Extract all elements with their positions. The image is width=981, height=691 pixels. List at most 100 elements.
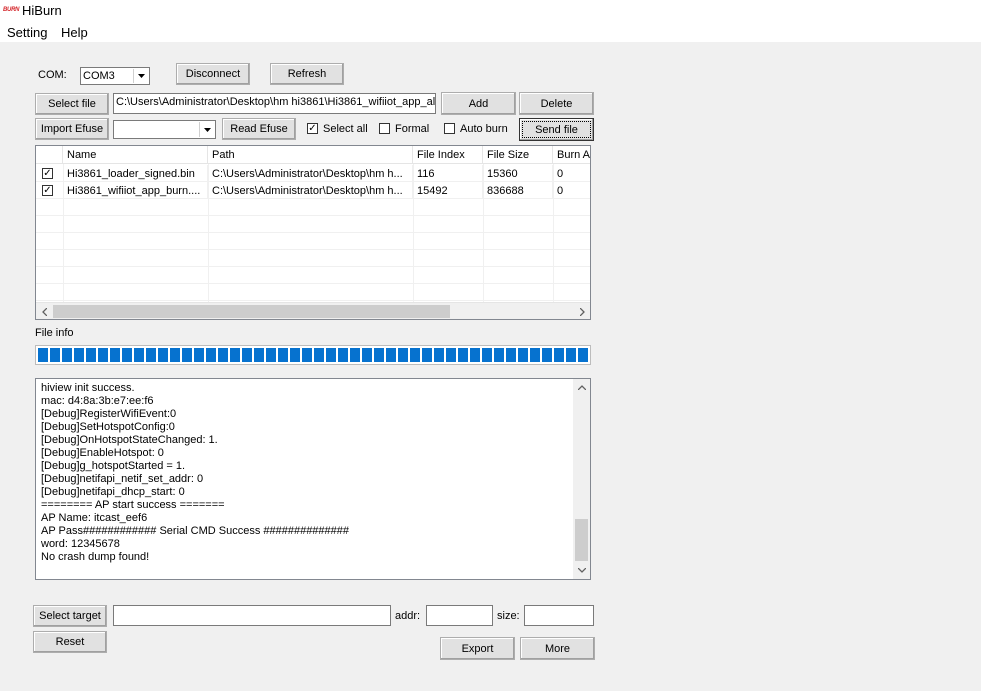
progress-segment — [194, 348, 204, 362]
target-input[interactable] — [113, 605, 391, 626]
progress-segment — [314, 348, 324, 362]
row-checkbox[interactable]: ✓ — [42, 185, 53, 196]
progress-segment — [362, 348, 372, 362]
log-line: [Debug]OnHotspotStateChanged: 1. — [41, 434, 218, 446]
log-text: hiview init success. mac: d4:8a:3b:e7:ee:… — [41, 382, 349, 564]
progress-segment — [242, 348, 252, 362]
select-all-checkbox[interactable]: ✓ — [307, 123, 318, 134]
scroll-left-icon[interactable] — [36, 304, 52, 319]
log-line: mac: d4:8a:3b:e7:ee:f6 — [41, 395, 154, 407]
progress-segment — [122, 348, 132, 362]
header-file-size[interactable]: File Size — [483, 146, 553, 164]
table-horizontal-scrollbar[interactable] — [36, 302, 590, 319]
log-line: [Debug]netifapi_netif_set_addr: 0 — [41, 473, 204, 485]
header-path[interactable]: Path — [208, 146, 413, 164]
table-row-empty — [36, 233, 590, 250]
table-header: Name Path File Index File Size Burn A — [36, 146, 590, 164]
progress-segment — [62, 348, 72, 362]
checkmark-icon: ✓ — [43, 185, 52, 196]
export-button[interactable]: Export — [440, 637, 515, 660]
progress-segment — [374, 348, 384, 362]
progress-segment — [386, 348, 396, 362]
log-line: hiview init success. — [41, 382, 135, 394]
log-output[interactable]: hiview init success. mac: d4:8a:3b:e7:ee:… — [35, 378, 591, 580]
read-efuse-button[interactable]: Read Efuse — [222, 118, 296, 140]
table-row-empty — [36, 267, 590, 284]
formal-checkbox[interactable] — [379, 123, 390, 134]
send-file-button[interactable]: Send file — [519, 118, 594, 141]
reset-button[interactable]: Reset — [33, 631, 107, 653]
file-path-input[interactable]: C:\Users\Administrator\Desktop\hm hi3861… — [113, 93, 436, 114]
progress-segment — [134, 348, 144, 362]
progress-segment — [170, 348, 180, 362]
addr-input[interactable] — [426, 605, 493, 626]
import-efuse-button[interactable]: Import Efuse — [35, 118, 109, 140]
row-checkbox[interactable]: ✓ — [42, 168, 53, 179]
progress-segment — [434, 348, 444, 362]
progress-segment — [398, 348, 408, 362]
auto-burn-label: Auto burn — [460, 123, 508, 135]
progress-segment — [554, 348, 564, 362]
auto-burn-checkbox[interactable] — [444, 123, 455, 134]
menu-bar: Setting Help — [0, 22, 981, 42]
progress-segment — [146, 348, 156, 362]
menu-help[interactable]: Help — [61, 25, 88, 40]
header-name[interactable]: Name — [63, 146, 208, 164]
progress-segment — [98, 348, 108, 362]
menu-setting[interactable]: Setting — [7, 25, 47, 40]
progress-segment — [350, 348, 360, 362]
progress-segment — [158, 348, 168, 362]
header-check-column[interactable] — [36, 146, 63, 164]
table-row[interactable]: ✓ Hi3861_wifiiot_app_burn.... C:\Users\A… — [36, 182, 590, 199]
progress-bar — [35, 345, 591, 365]
select-target-button[interactable]: Select target — [33, 605, 107, 627]
efuse-select[interactable] — [113, 120, 216, 139]
table-row-empty — [36, 250, 590, 267]
log-line: [Debug]netifapi_dhcp_start: 0 — [41, 486, 185, 498]
scrollbar-thumb[interactable] — [53, 305, 450, 318]
file-table: Name Path File Index File Size Burn A ✓ … — [35, 145, 591, 320]
log-line: AP Name: itcast_eef6 — [41, 512, 148, 524]
size-label: size: — [497, 610, 520, 622]
progress-segment — [506, 348, 516, 362]
select-file-button[interactable]: Select file — [35, 93, 109, 115]
progress-segment — [578, 348, 588, 362]
com-port-value: COM3 — [83, 70, 115, 82]
com-port-select[interactable]: COM3 — [80, 67, 150, 85]
log-line: AP Pass############ Serial CMD Success #… — [41, 525, 350, 537]
progress-segment — [410, 348, 420, 362]
progress-segment — [110, 348, 120, 362]
chevron-down-icon — [133, 69, 148, 83]
progress-segment — [566, 348, 576, 362]
row-path: C:\Users\Administrator\Desktop\hm h... — [208, 182, 413, 199]
header-file-index[interactable]: File Index — [413, 146, 483, 164]
log-line: [Debug]EnableHotspot: 0 — [41, 447, 164, 459]
progress-segment — [74, 348, 84, 362]
refresh-button[interactable]: Refresh — [270, 63, 344, 85]
delete-button[interactable]: Delete — [519, 92, 594, 115]
chevron-down-icon — [199, 122, 214, 137]
progress-segment — [326, 348, 336, 362]
header-burn-addr[interactable]: Burn A — [553, 146, 590, 164]
log-line: [Debug]SetHotspotConfig:0 — [41, 421, 175, 433]
row-name: Hi3861_loader_signed.bin — [63, 165, 208, 182]
log-line: word: 12345678 — [41, 538, 120, 550]
log-line: ======== AP start success ======= — [41, 499, 225, 511]
log-vertical-scrollbar[interactable] — [573, 379, 590, 579]
progress-segment — [254, 348, 264, 362]
row-size: 836688 — [483, 182, 553, 199]
disconnect-button[interactable]: Disconnect — [176, 63, 250, 85]
size-input[interactable] — [524, 605, 594, 626]
progress-segment — [482, 348, 492, 362]
scroll-down-icon[interactable] — [574, 563, 590, 578]
table-row[interactable]: ✓ Hi3861_loader_signed.bin C:\Users\Admi… — [36, 165, 590, 182]
scroll-right-icon[interactable] — [574, 304, 590, 319]
scroll-up-icon[interactable] — [574, 380, 590, 395]
add-button[interactable]: Add — [441, 92, 516, 115]
scrollbar-thumb[interactable] — [575, 519, 588, 561]
file-info-label: File info — [35, 327, 74, 339]
row-index: 116 — [413, 165, 483, 182]
more-button[interactable]: More — [520, 637, 595, 660]
row-path: C:\Users\Administrator\Desktop\hm h... — [208, 165, 413, 182]
progress-segment — [542, 348, 552, 362]
